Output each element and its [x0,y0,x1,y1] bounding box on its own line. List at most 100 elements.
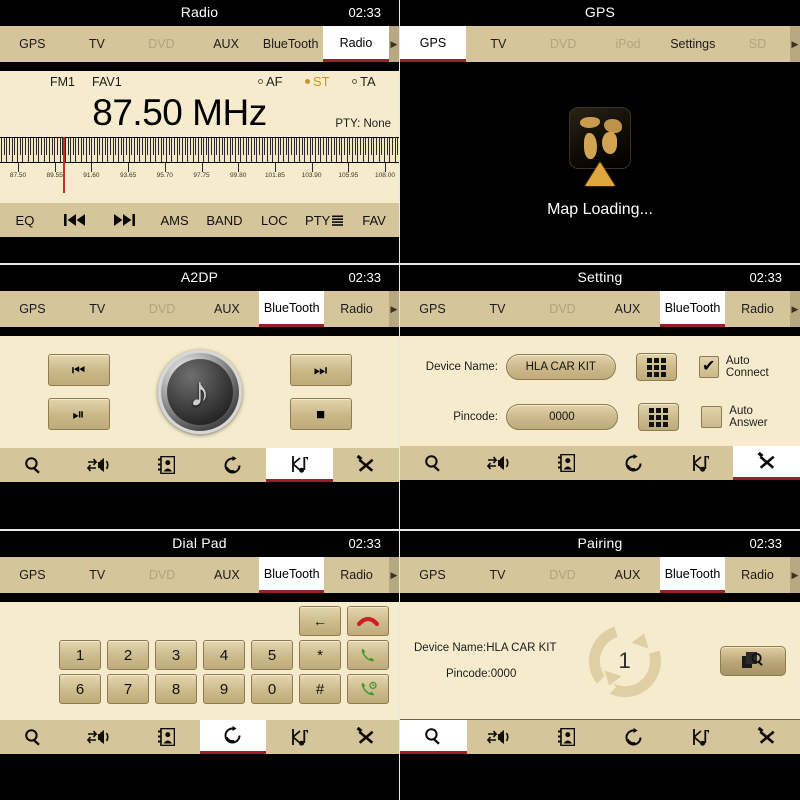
pty-button[interactable]: PTY [299,213,349,228]
key-1[interactable]: 1 [59,640,101,670]
tab-bluetooth[interactable]: BlueTooth [259,291,325,327]
key-3[interactable]: 3 [155,640,197,670]
prev-track-button[interactable]: ⏮ [47,354,110,386]
prev-track-icon[interactable] [50,214,100,226]
backspace-key[interactable]: ← [299,606,341,636]
eq-button[interactable]: EQ [0,213,50,228]
dialpad-tabbar[interactable]: GPS TV DVD AUX BlueTooth Radio ▶ [0,557,399,593]
tab-tv[interactable]: TV [65,557,130,593]
auto-connect-checkbox[interactable]: ✔ Auto Connect [698,355,791,379]
pairing-iconbar[interactable] [400,720,800,754]
key-hash[interactable]: # [299,674,341,704]
call-history-icon[interactable] [199,720,266,754]
gps-tabbar[interactable]: GPS TV DVD iPod Settings SD ▶ [400,26,800,62]
setting-iconbar[interactable] [400,446,800,480]
a2dp-iconbar[interactable] [0,448,399,482]
tab-aux[interactable]: AUX [595,557,660,593]
tab-dvd[interactable]: DVD [531,26,596,62]
key-8[interactable]: 8 [155,674,197,704]
tab-tv[interactable]: TV [465,557,530,593]
tab-dvd[interactable]: DVD [130,291,195,327]
audio-transfer-icon[interactable] [67,448,134,482]
audio-transfer-icon[interactable] [467,446,534,480]
chevron-right-icon[interactable]: ▶ [388,557,399,593]
key-0[interactable]: 0 [251,674,293,704]
loc-button[interactable]: LOC [249,213,299,228]
tab-gps[interactable]: GPS [0,291,65,327]
device-name-field[interactable]: HLA CAR KIT [506,354,616,380]
keypad-icon[interactable] [635,353,677,381]
band-button[interactable]: BAND [200,213,250,228]
tab-radio[interactable]: Radio [322,26,389,62]
phonebook-icon[interactable] [133,720,200,754]
tab-bluetooth[interactable]: BlueTooth [660,557,725,593]
ams-button[interactable]: AMS [150,213,200,228]
auto-answer-checkbox[interactable]: Auto Answer [701,405,790,429]
tab-aux[interactable]: AUX [194,557,259,593]
next-track-icon[interactable] [100,214,150,226]
bluetooth-music-icon[interactable] [266,448,333,482]
key-star[interactable]: * [299,640,341,670]
bluetooth-music-icon[interactable] [667,446,734,480]
search-icon[interactable] [400,720,467,754]
audio-transfer-icon[interactable] [467,720,534,754]
chevron-right-icon[interactable]: ▶ [388,26,399,62]
tools-icon[interactable] [733,446,800,480]
tab-bluetooth[interactable]: BlueTooth [660,291,725,327]
tab-aux[interactable]: AUX [194,26,259,62]
phonebook-icon[interactable] [133,448,200,482]
tools-icon[interactable] [333,448,400,482]
tab-gps[interactable]: GPS [0,26,65,62]
tab-tv[interactable]: TV [465,291,530,327]
chevron-right-icon[interactable]: ▶ [789,26,800,62]
redial-key[interactable] [347,674,389,704]
tab-tv[interactable]: TV [466,26,531,62]
tab-aux[interactable]: AUX [595,291,660,327]
search-icon[interactable] [0,720,67,754]
tab-aux[interactable]: AUX [194,291,259,327]
indicator-af[interactable]: AF [258,74,283,89]
tuner-dial[interactable]: 87.50 89.55 91.60 93.65 95.70 97.75 99.80 101.8… [0,137,399,197]
fav-button[interactable]: FAV [349,213,399,228]
radio-tabbar[interactable]: GPS TV DVD AUX BlueTooth Radio ▶ [0,26,399,62]
tools-icon[interactable] [333,720,400,754]
tab-dvd[interactable]: DVD [530,557,595,593]
tab-tv[interactable]: TV [65,291,130,327]
bluetooth-music-icon[interactable] [266,720,333,754]
call-history-icon[interactable] [200,448,267,482]
phonebook-icon[interactable] [533,720,600,754]
tab-gps[interactable]: GPS [400,557,465,593]
key-5[interactable]: 5 [251,640,293,670]
tab-gps[interactable]: GPS [400,26,466,62]
keypad-icon[interactable] [637,403,680,431]
tab-radio[interactable]: Radio [725,291,790,327]
tab-dvd[interactable]: DVD [130,557,195,593]
pincode-field[interactable]: 0000 [506,404,618,430]
pairing-tabbar[interactable]: GPS TV DVD AUX BlueTooth Radio ▶ [400,557,800,593]
tab-ipod[interactable]: iPod [596,26,661,62]
stop-button[interactable]: ■ [289,398,352,430]
tab-bluetooth[interactable]: BlueTooth [258,26,323,62]
key-7[interactable]: 7 [107,674,149,704]
indicator-ta[interactable]: TA [352,74,376,89]
tab-dvd[interactable]: DVD [129,26,194,62]
chevron-right-icon[interactable]: ▶ [790,291,800,327]
hangup-key[interactable] [347,606,389,636]
key-4[interactable]: 4 [203,640,245,670]
setting-tabbar[interactable]: GPS TV DVD AUX BlueTooth Radio ▶ [400,291,800,327]
tab-radio[interactable]: Radio [725,557,790,593]
tab-radio[interactable]: Radio [324,557,389,593]
tab-tv[interactable]: TV [65,26,130,62]
chevron-right-icon[interactable]: ▶ [388,291,399,327]
tab-bluetooth[interactable]: BlueTooth [259,557,325,593]
call-key[interactable] [347,640,389,670]
chevron-right-icon[interactable]: ▶ [790,557,800,593]
phonebook-icon[interactable] [533,446,600,480]
bluetooth-music-icon[interactable] [667,720,734,754]
call-history-icon[interactable] [600,720,667,754]
tab-radio[interactable]: Radio [324,291,389,327]
indicator-st[interactable]: ST [305,74,330,89]
next-track-button[interactable]: ⏭ [289,354,352,386]
dialpad-iconbar[interactable] [0,720,399,754]
tab-settings[interactable]: Settings [660,26,725,62]
